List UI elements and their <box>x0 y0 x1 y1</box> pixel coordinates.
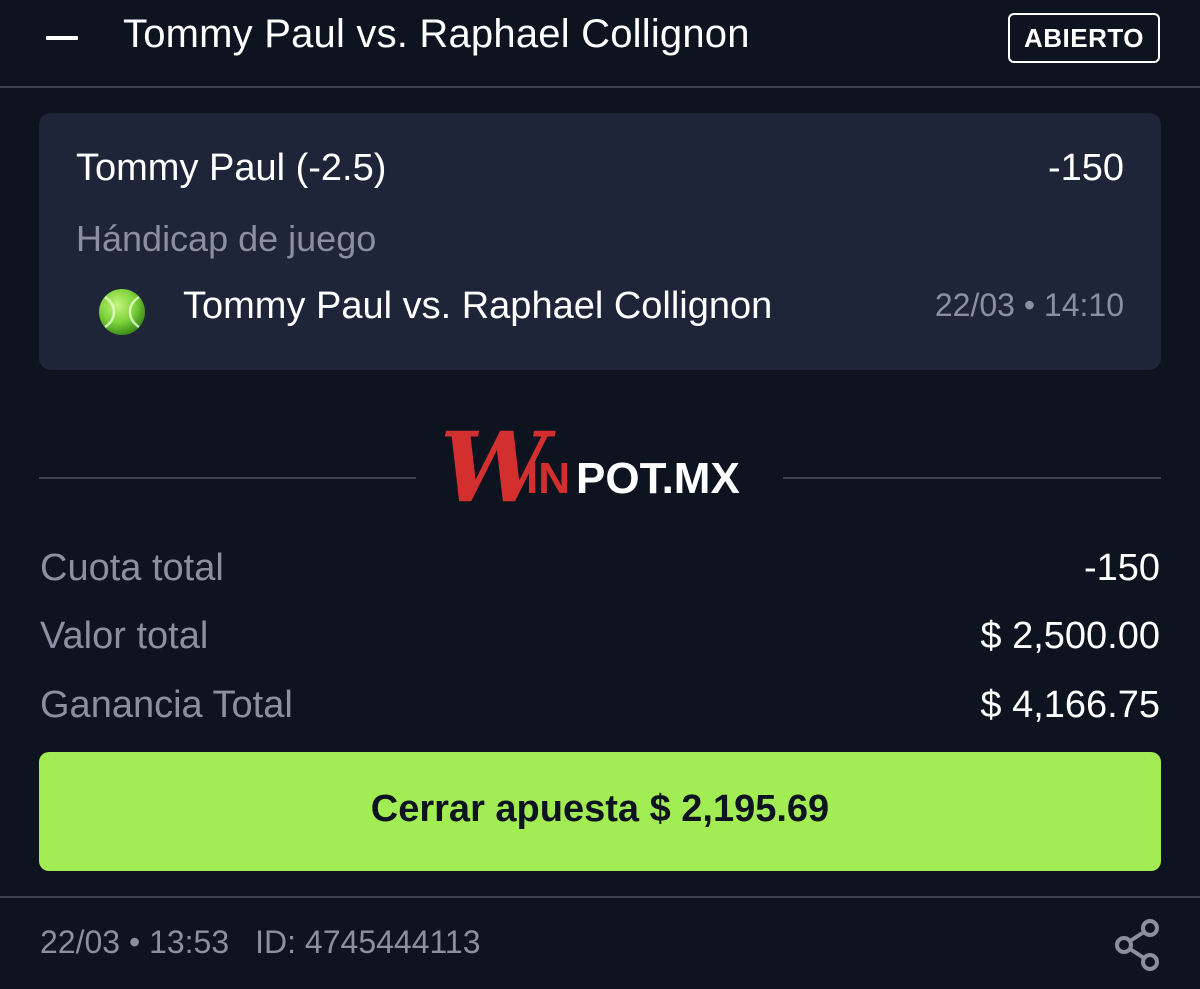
market-name: Hándicap de juego <box>76 218 377 259</box>
share-icon[interactable] <box>1112 918 1162 972</box>
logo-in: IN <box>526 454 570 503</box>
minus-icon <box>46 36 78 40</box>
footer-divider <box>0 896 1200 898</box>
total-odds-value: -150 <box>1083 547 1160 589</box>
total-payout-value: $ 4,166.75 <box>980 684 1160 726</box>
divider-right <box>783 477 1161 479</box>
selection-name: Tommy Paul (-2.5) <box>76 147 387 189</box>
event-name: Tommy Paul vs. Raphael Collignon <box>183 285 773 327</box>
cashout-button[interactable]: Cerrar apuesta $ 2,195.69 <box>39 752 1161 871</box>
bet-datetime: 22/03 • 13:53 <box>40 924 230 960</box>
bet-card: Tommy Paul vs. Raphael Collignon ABIERTO… <box>0 0 1200 989</box>
bet-title: Tommy Paul vs. Raphael Collignon <box>123 12 750 56</box>
selection-odds: -150 <box>1047 147 1124 189</box>
total-stake-value: $ 2,500.00 <box>980 615 1160 657</box>
tennis-ball-icon <box>99 289 145 335</box>
total-odds-label: Cuota total <box>40 547 224 589</box>
cashout-label: Cerrar apuesta $ 2,195.69 <box>370 788 830 830</box>
winpot-logo: W IN POT.MX <box>440 415 740 517</box>
collapse-button[interactable] <box>40 20 88 56</box>
total-payout-label: Ganancia Total <box>40 684 293 726</box>
logo-rest: POT.MX <box>576 454 740 503</box>
event-datetime: 22/03 • 14:10 <box>934 287 1124 323</box>
bet-id: ID: 4745444113 <box>255 924 481 960</box>
total-stake-label: Valor total <box>40 615 209 657</box>
bet-meta: 22/03 • 13:53 ID: 4745444113 <box>40 924 481 961</box>
bet-selection: Tommy Paul (-2.5) -150 Hándicap de juego… <box>39 113 1161 370</box>
status-badge: ABIERTO <box>1007 13 1160 63</box>
bet-header: Tommy Paul vs. Raphael Collignon ABIERTO <box>0 0 1200 88</box>
divider-left <box>39 477 416 479</box>
